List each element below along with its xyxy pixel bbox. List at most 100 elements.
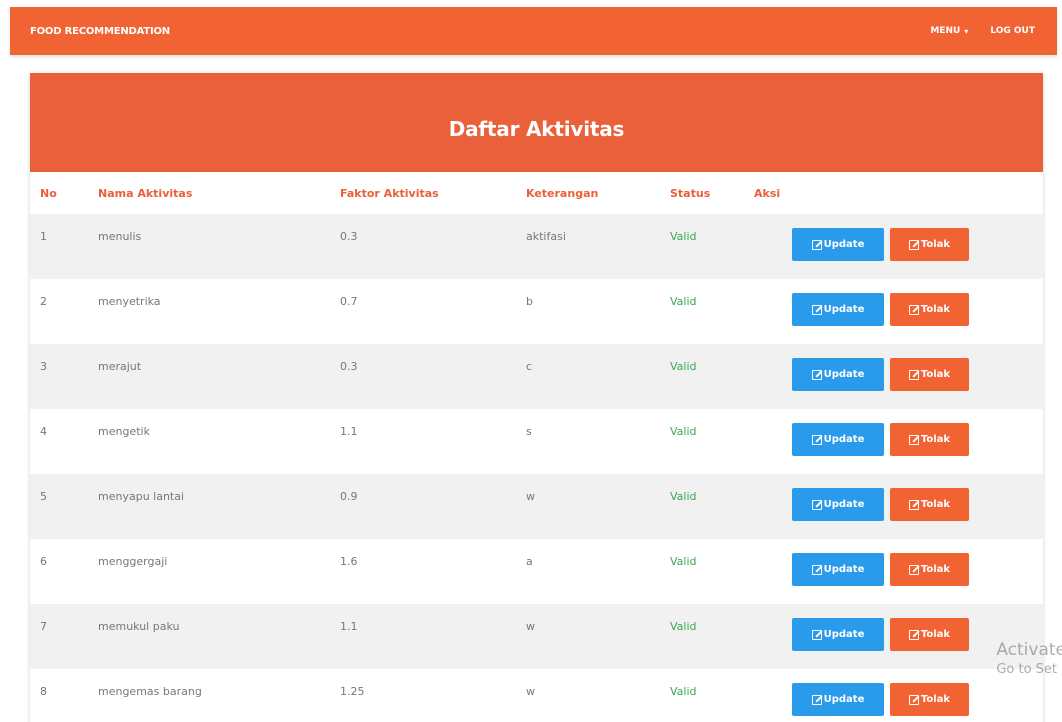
cell-faktor: 1.6 [340, 555, 358, 568]
logout-link[interactable]: LOG OUT [990, 26, 1035, 36]
cell-nama: mengetik [98, 425, 150, 438]
cell-no: 3 [40, 360, 47, 373]
update-label: Update [823, 304, 865, 315]
action-buttons: Update Tolak [792, 618, 1043, 651]
tolak-button[interactable]: Tolak [890, 553, 969, 586]
cell-nama: mengemas barang [98, 685, 202, 698]
edit-icon [908, 499, 919, 510]
tolak-button[interactable]: Tolak [890, 683, 969, 716]
action-buttons: Update Tolak [792, 488, 1043, 521]
cell-keterangan: a [526, 555, 533, 568]
header-nama: Nama Aktivitas [98, 186, 193, 200]
cell-status: Valid [670, 230, 697, 243]
update-label: Update [823, 239, 865, 250]
update-button[interactable]: Update [792, 618, 884, 651]
header-aksi: Aksi [754, 186, 781, 200]
action-buttons: Update Tolak [792, 358, 1043, 391]
cell-keterangan: b [526, 295, 533, 308]
cell-no: 4 [40, 425, 47, 438]
cell-aksi: Update Tolak [744, 604, 1043, 669]
cell-no: 6 [40, 555, 47, 568]
tolak-button[interactable]: Tolak [890, 488, 969, 521]
update-label: Update [823, 694, 865, 705]
edit-icon [811, 499, 822, 510]
cell-nama: menggergaji [98, 555, 168, 568]
update-button[interactable]: Update [792, 293, 884, 326]
menu-dropdown[interactable]: MENU ▾ [930, 26, 968, 36]
cell-keterangan: w [526, 620, 535, 633]
edit-icon [908, 239, 919, 250]
edit-icon [811, 304, 822, 315]
header-no: No [40, 186, 57, 200]
cell-faktor: 0.7 [340, 295, 358, 308]
cell-aksi: Update Tolak [744, 344, 1043, 409]
cell-keterangan: c [526, 360, 533, 373]
tolak-button[interactable]: Tolak [890, 228, 969, 261]
brand-link[interactable]: FOOD RECOMMENDATION [30, 26, 170, 37]
header-faktor: Faktor Aktivitas [340, 186, 439, 200]
edit-icon [811, 239, 822, 250]
nav-right: MENU ▾ LOG OUT [930, 26, 1035, 36]
tolak-button[interactable]: Tolak [890, 293, 969, 326]
cell-faktor: 1.1 [340, 425, 358, 438]
cell-no: 8 [40, 685, 47, 698]
page: FOOD RECOMMENDATION MENU ▾ LOG OUT Dafta… [0, 0, 1062, 722]
header-keterangan: Keterangan [526, 186, 599, 200]
cell-nama: merajut [98, 360, 142, 373]
cell-nama: menyetrika [98, 295, 161, 308]
update-button[interactable]: Update [792, 553, 884, 586]
action-buttons: Update Tolak [792, 683, 1043, 716]
tolak-label: Tolak [920, 564, 951, 575]
update-label: Update [823, 564, 865, 575]
card-header: Daftar Aktivitas [30, 73, 1043, 172]
edit-icon [908, 694, 919, 705]
action-buttons: Update Tolak [792, 553, 1043, 586]
edit-icon [811, 434, 822, 445]
cell-nama: menulis [98, 230, 142, 243]
tolak-label: Tolak [920, 629, 951, 640]
cell-nama: menyapu lantai [98, 490, 185, 503]
table-row: 5 menyapu lantai 0.9 w Valid Update Tolak [30, 474, 1043, 539]
cell-aksi: Update Tolak [744, 409, 1043, 474]
table-row: 6 menggergaji 1.6 a Valid Update Tolak [30, 539, 1043, 604]
edit-icon [908, 369, 919, 380]
update-label: Update [823, 499, 865, 510]
cell-nama: memukul paku [98, 620, 180, 633]
cell-no: 5 [40, 490, 47, 503]
edit-icon [811, 629, 822, 640]
update-button[interactable]: Update [792, 423, 884, 456]
cell-faktor: 0.3 [340, 230, 358, 243]
cell-faktor: 1.1 [340, 620, 358, 633]
tolak-label: Tolak [920, 304, 951, 315]
update-label: Update [823, 369, 865, 380]
tolak-label: Tolak [920, 369, 951, 380]
update-button[interactable]: Update [792, 358, 884, 391]
tolak-button[interactable]: Tolak [890, 618, 969, 651]
cell-faktor: 0.3 [340, 360, 358, 373]
table-row: 2 menyetrika 0.7 b Valid Update Tolak [30, 279, 1043, 344]
update-button[interactable]: Update [792, 488, 884, 521]
tolak-button[interactable]: Tolak [890, 423, 969, 456]
cell-keterangan: s [526, 425, 532, 438]
caret-down-icon: ▾ [964, 26, 969, 36]
update-button[interactable]: Update [792, 683, 884, 716]
cell-status: Valid [670, 555, 697, 568]
menu-label: MENU [930, 26, 961, 36]
update-label: Update [823, 629, 865, 640]
cell-aksi: Update Tolak [744, 214, 1043, 279]
tolak-button[interactable]: Tolak [890, 358, 969, 391]
edit-icon [811, 369, 822, 380]
table-row: 3 merajut 0.3 c Valid Update Tolak [30, 344, 1043, 409]
table-row: 4 mengetik 1.1 s Valid Update Tolak [30, 409, 1043, 474]
cell-keterangan: aktifasi [526, 230, 566, 243]
action-buttons: Update Tolak [792, 423, 1043, 456]
activity-table: No Nama Aktivitas Faktor Aktivitas Keter… [30, 172, 1043, 722]
update-button[interactable]: Update [792, 228, 884, 261]
cell-faktor: 0.9 [340, 490, 358, 503]
cell-faktor: 1.25 [340, 685, 365, 698]
tolak-label: Tolak [920, 239, 951, 250]
cell-no: 7 [40, 620, 47, 633]
tolak-label: Tolak [920, 434, 951, 445]
edit-icon [811, 564, 822, 575]
table-body: 1 menulis 0.3 aktifasi Valid Update Tolak 2 meny… [30, 214, 1043, 722]
